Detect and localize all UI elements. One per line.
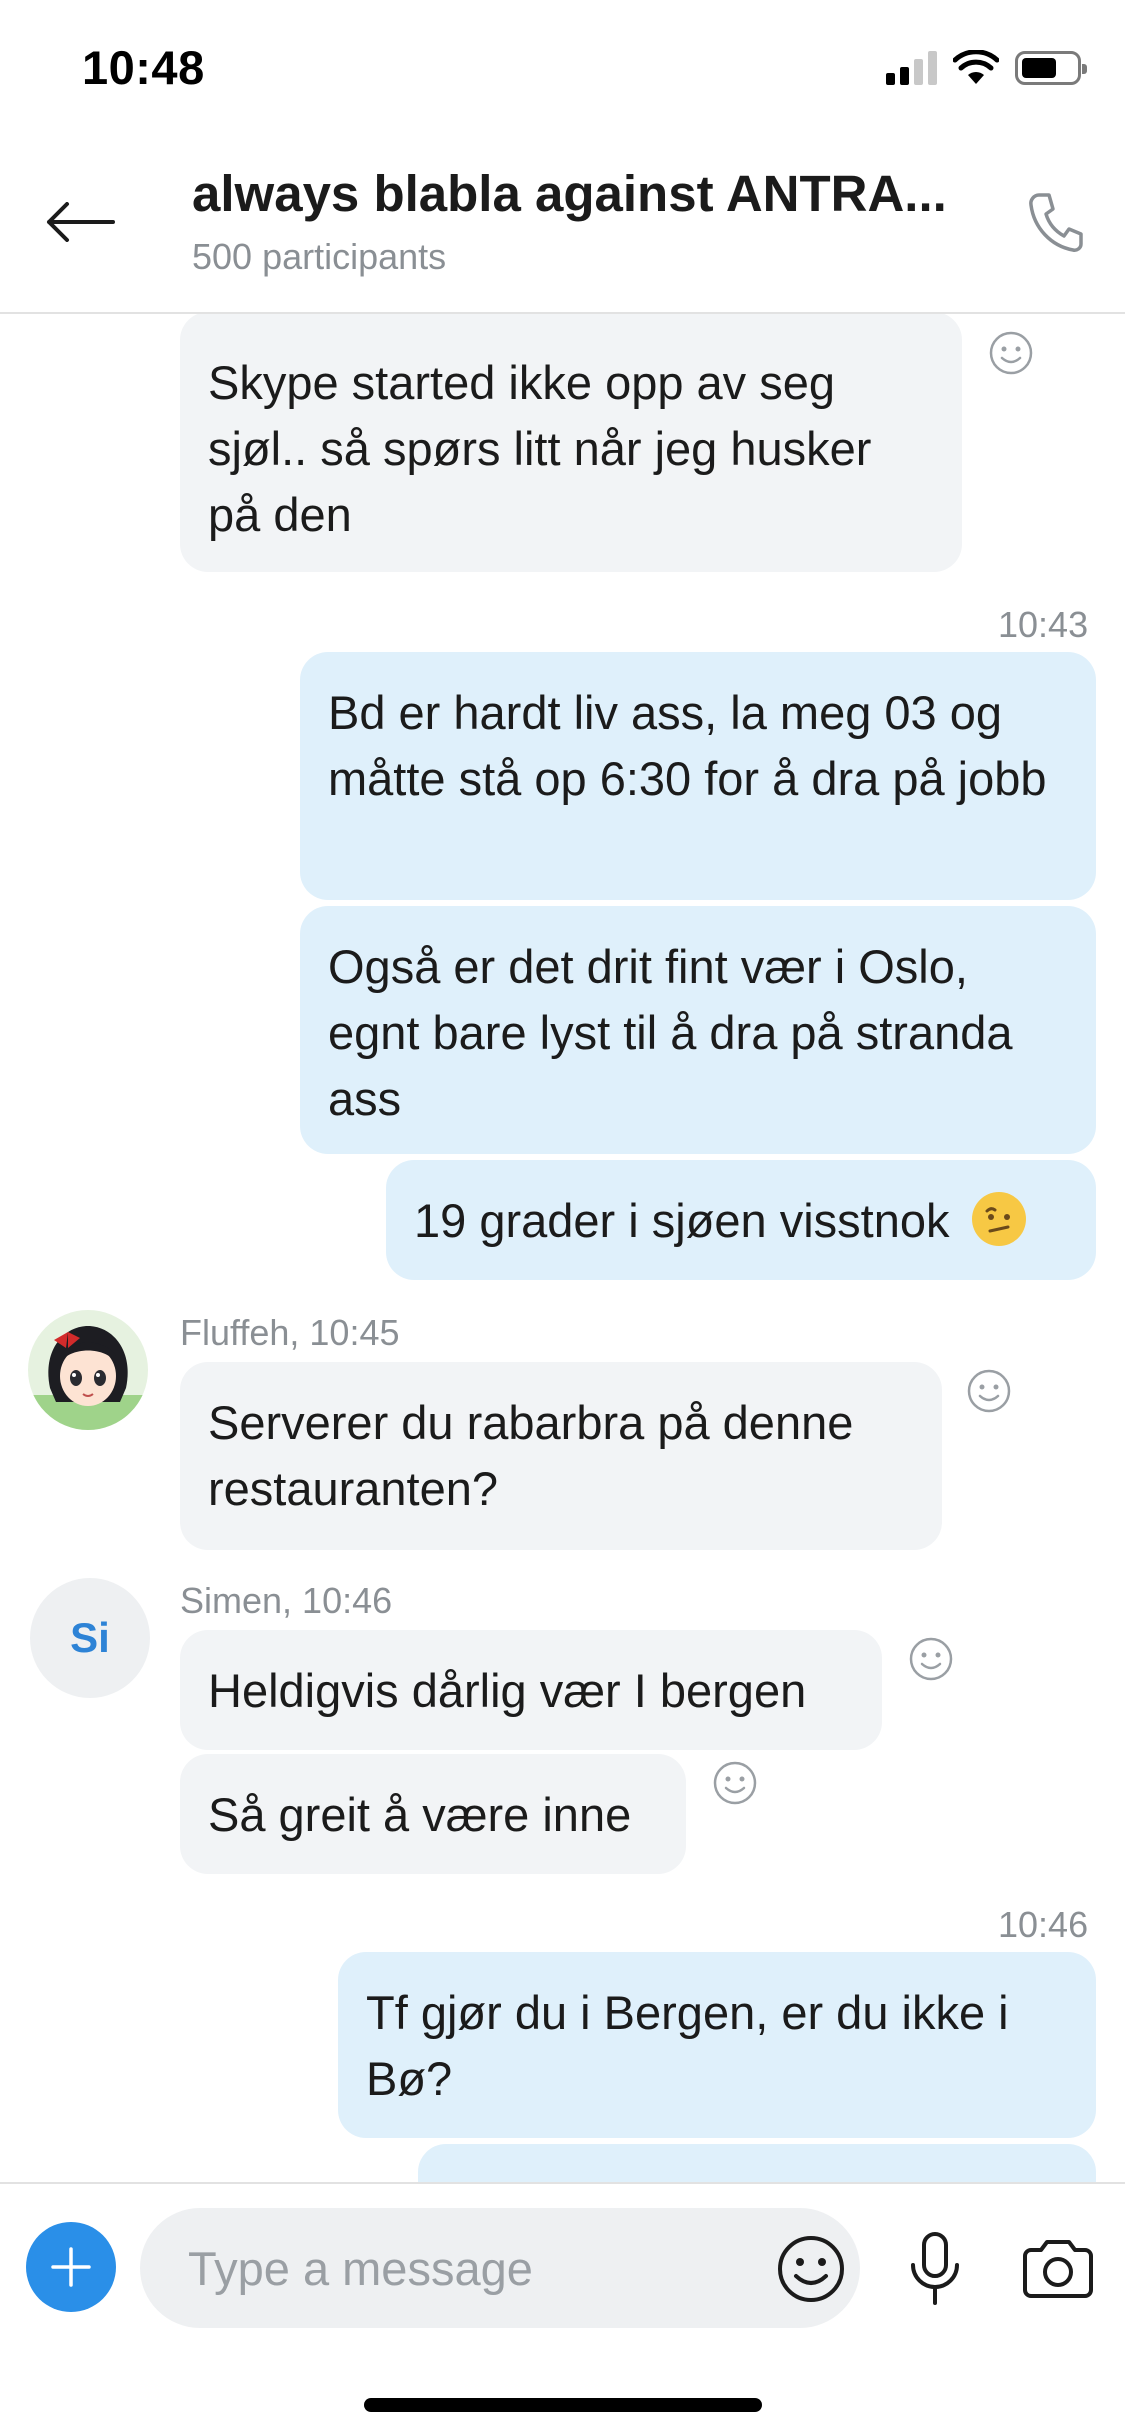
microphone-icon	[911, 2232, 959, 2305]
message-list[interactable]: Skype started ikke opp av seg sjøl.. så …	[0, 314, 1125, 2182]
smiley-reaction-icon[interactable]	[966, 1368, 1012, 1414]
sender-name: Simen, 10:46	[180, 1580, 393, 1621]
message-bubble-incoming[interactable]: Skype started ikke opp av seg sjøl.. så …	[180, 314, 962, 572]
emoji-button[interactable]	[766, 2224, 856, 2314]
wifi-icon	[953, 50, 999, 84]
anime-avatar-icon	[28, 1310, 148, 1430]
message-text: Så greit å være inne	[208, 1788, 632, 1841]
home-indicator[interactable]	[364, 2398, 762, 2412]
call-button[interactable]	[1015, 182, 1095, 262]
message-bubble-outgoing[interactable]: ...	[418, 2144, 1096, 2182]
message-bubble-incoming[interactable]: Serverer du rabarbra på denne restaurant…	[180, 1362, 942, 1550]
voice-message-button[interactable]	[900, 2224, 970, 2314]
status-time: 10:48	[82, 41, 205, 94]
arrow-left-icon	[47, 202, 115, 242]
message-bubble-outgoing[interactable]: 19 grader i sjøen visstnok	[386, 1160, 1096, 1280]
chat-header: always blabla against ANTRA... 500 parti…	[0, 132, 1125, 314]
message-bubble-outgoing[interactable]: Tf gjør du i Bergen, er du ikke i Bø?	[338, 1952, 1096, 2138]
message-text: Tf gjør du i Bergen, er du ikke i Bø?	[366, 1986, 1009, 2105]
message-text: Serverer du rabarbra på denne restaurant…	[208, 1396, 854, 1515]
camera-icon	[1023, 2240, 1093, 2298]
battery-icon	[1015, 51, 1087, 85]
smiley-icon	[778, 2236, 844, 2302]
message-bubble-outgoing[interactable]: Også er det drit fint vær i Oslo, egnt b…	[300, 906, 1096, 1154]
message-text: Heldigvis dårlig vær I bergen	[208, 1664, 807, 1717]
avatar[interactable]	[28, 1310, 148, 1430]
plus-icon	[51, 2247, 91, 2287]
message-timestamp: 10:46	[998, 1904, 1089, 1945]
message-bubble-outgoing[interactable]: Bd er hardt liv ass, la meg 03 og måtte …	[300, 652, 1096, 900]
status-icons	[886, 50, 1087, 86]
message-timestamp: 10:43	[998, 604, 1089, 645]
add-button[interactable]	[26, 2222, 116, 2312]
back-button[interactable]	[40, 182, 120, 262]
avatar[interactable]: Si	[30, 1578, 150, 1698]
cellular-signal-icon	[886, 51, 937, 85]
phone-icon	[1029, 193, 1083, 252]
smiley-reaction-icon[interactable]	[712, 1760, 758, 1806]
status-bar: 10:48	[0, 0, 1125, 132]
message-input-container	[140, 2208, 860, 2328]
message-bubble-incoming[interactable]: Så greit å være inne	[180, 1754, 686, 1874]
message-text: Bd er hardt liv ass, la meg 03 og måtte …	[328, 686, 1047, 805]
camera-button[interactable]	[1010, 2224, 1106, 2314]
conversation-title[interactable]: always blabla against ANTRA...	[192, 164, 982, 223]
message-text: Også er det drit fint vær i Oslo, egnt b…	[328, 940, 1013, 1125]
message-text: 19 grader i sjøen visstnok	[414, 1194, 950, 1247]
thinking-face-emoji-icon	[971, 1192, 1026, 1246]
smiley-reaction-icon[interactable]	[908, 1636, 954, 1682]
message-input[interactable]	[188, 2236, 748, 2300]
smiley-reaction-icon[interactable]	[988, 330, 1034, 376]
participants-count: 500 participants	[192, 236, 447, 277]
message-text: Skype started ikke opp av seg sjøl.. så …	[208, 356, 872, 541]
sender-name: Fluffeh, 10:45	[180, 1312, 400, 1353]
message-bubble-incoming[interactable]: Heldigvis dårlig vær I bergen	[180, 1630, 882, 1750]
